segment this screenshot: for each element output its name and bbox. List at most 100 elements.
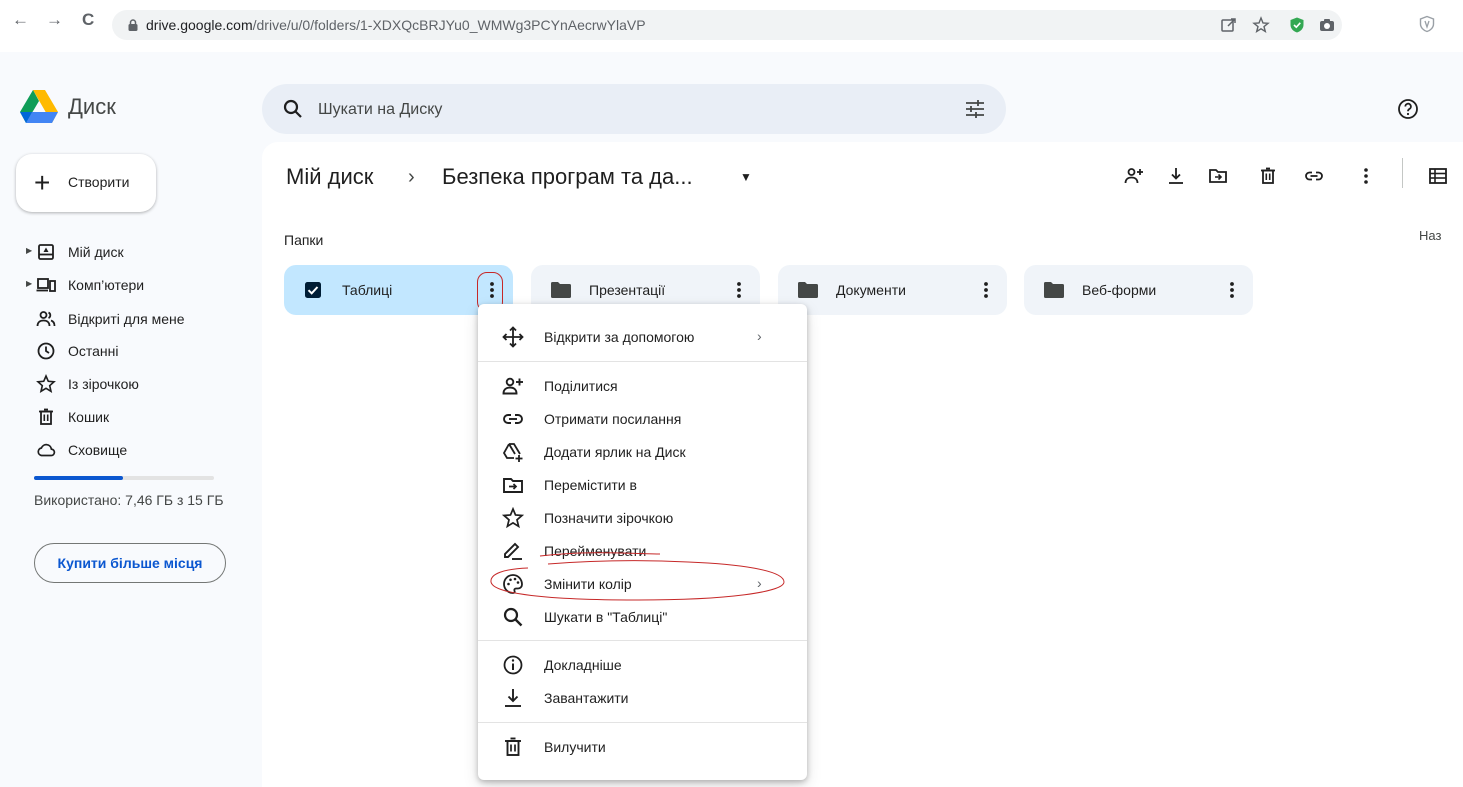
folder-more-icon[interactable] (727, 278, 751, 302)
trash-toolbar-icon[interactable] (1258, 166, 1278, 186)
sidebar-item-label: Сховище (68, 442, 128, 458)
sidebar-item-computers[interactable]: ▶ Комп’ютери (0, 269, 240, 301)
expand-arrow-icon[interactable]: ▶ (26, 279, 32, 288)
trash-icon (39, 408, 53, 425)
lock-icon (128, 19, 138, 31)
menu-item-label: Докладніше (544, 657, 622, 673)
reload-button[interactable]: C (82, 10, 94, 30)
share-toolbar-icon[interactable] (1124, 166, 1144, 186)
search-options-icon[interactable] (964, 99, 986, 119)
submenu-chevron-icon: › (757, 575, 762, 591)
search-bar[interactable] (262, 84, 1006, 134)
storage-progress-bar (34, 476, 214, 480)
breadcrumb-current-folder[interactable]: Безпека програм та да... (442, 164, 693, 190)
url-text: drive.google.com/drive/u/0/folders/1-XDX… (146, 17, 646, 33)
menu-item-details[interactable]: Докладніше (478, 648, 807, 681)
sidebar-item-label: Відкриті для мене (68, 311, 185, 327)
search-icon[interactable] (282, 98, 304, 120)
menu-item-rename[interactable]: Перейменувати (478, 534, 807, 567)
recent-icon (37, 342, 55, 360)
menu-item-share[interactable]: Поділитися (478, 369, 807, 402)
create-button[interactable]: + Створити (16, 154, 156, 212)
shield-extension-icon[interactable] (1288, 16, 1306, 34)
folder-more-icon[interactable] (974, 278, 998, 302)
menu-item-get-link[interactable]: Отримати посилання (478, 402, 807, 435)
move-icon (503, 478, 523, 493)
create-label: Створити (68, 174, 130, 190)
sidebar-item-my-drive[interactable]: ▶ Мій диск (0, 236, 240, 268)
star-icon (502, 507, 524, 529)
trash-icon (505, 737, 521, 756)
app-name[interactable]: Диск (68, 94, 116, 120)
folder-more-icon[interactable] (480, 278, 504, 302)
sidebar-item-trash[interactable]: Кошик (0, 401, 240, 433)
menu-item-change-color[interactable]: Змінити колір › (478, 567, 807, 600)
add-shortcut-icon (502, 443, 523, 462)
menu-item-open-with[interactable]: Відкрити за допомогою › (478, 320, 807, 353)
link-toolbar-icon[interactable] (1304, 166, 1324, 186)
bookmark-star-icon[interactable] (1252, 16, 1270, 34)
share-icon (502, 377, 523, 395)
star-icon (36, 374, 56, 393)
sidebar-item-label: Комп’ютери (68, 277, 145, 293)
menu-item-label: Змінити колір (544, 576, 632, 592)
context-menu: Відкрити за допомогою › Поділитися Отрим… (478, 304, 807, 780)
sidebar-item-label: Останні (68, 343, 119, 359)
folder-icon (798, 282, 818, 298)
list-view-icon[interactable] (1428, 166, 1448, 186)
toolbar-divider (1402, 158, 1403, 188)
move-toolbar-icon[interactable] (1208, 166, 1228, 186)
folder-more-icon[interactable] (1220, 278, 1244, 302)
menu-item-remove[interactable]: Вилучити (478, 730, 807, 763)
expand-arrow-icon[interactable]: ▶ (26, 246, 32, 255)
sidebar-item-storage[interactable]: Сховище (0, 434, 240, 466)
breadcrumb-my-drive[interactable]: Мій диск (286, 164, 373, 190)
menu-item-label: Додати ярлик на Диск (544, 444, 686, 460)
menu-item-star[interactable]: Позначити зірочкою (478, 501, 807, 534)
folder-card-web-forms[interactable]: Веб-форми (1024, 265, 1253, 315)
buy-storage-button[interactable]: Купити більше місця (34, 543, 226, 583)
sidebar-item-shared[interactable]: Відкриті для мене (0, 303, 240, 335)
main-content: Мій диск › Безпека програм та да... ▼ Па… (262, 142, 1463, 787)
menu-divider (478, 361, 807, 362)
back-button[interactable]: ← (12, 10, 29, 30)
address-bar[interactable]: drive.google.com/drive/u/0/folders/1-XDX… (112, 10, 1342, 40)
share-page-icon[interactable] (1220, 16, 1238, 34)
help-icon[interactable] (1396, 97, 1420, 121)
search-icon (503, 607, 523, 627)
sidebar-item-label: Із зірочкою (68, 376, 139, 392)
camera-extension-icon[interactable] (1318, 16, 1336, 34)
link-icon (503, 414, 523, 424)
menu-item-move[interactable]: Перемістити в (478, 468, 807, 501)
folder-card-documents[interactable]: Документи (778, 265, 1007, 315)
open-with-icon (502, 326, 524, 348)
computers-icon (36, 278, 56, 292)
buy-storage-label: Купити більше місця (57, 555, 203, 571)
browser-toolbar: ← → C drive.google.com/drive/u/0/folders… (0, 0, 1463, 52)
more-actions-icon[interactable] (1356, 166, 1376, 186)
storage-usage-text: Використано: 7,46 ГБ з 15 ГБ (34, 492, 224, 508)
search-input[interactable] (316, 96, 920, 124)
sidebar-item-starred[interactable]: Із зірочкою (0, 368, 240, 400)
forward-button[interactable]: → (46, 10, 63, 30)
folder-icon (551, 282, 571, 298)
folder-icon (1044, 282, 1064, 298)
menu-divider (478, 640, 807, 641)
sort-by-name-button[interactable]: Наз (1419, 228, 1441, 243)
menu-item-add-shortcut[interactable]: Додати ярлик на Диск (478, 435, 807, 468)
selected-checkbox-icon[interactable] (304, 281, 322, 299)
vpn-shield-icon[interactable] (1418, 15, 1436, 33)
sidebar-item-recent[interactable]: Останні (0, 335, 240, 367)
menu-item-search-in[interactable]: Шукати в "Таблиці" (478, 600, 807, 633)
folders-section-title: Папки (284, 232, 324, 248)
breadcrumb-dropdown-icon[interactable]: ▼ (740, 170, 752, 184)
download-icon (505, 689, 521, 707)
download-toolbar-icon[interactable] (1166, 166, 1186, 186)
menu-item-download[interactable]: Завантажити (478, 681, 807, 714)
shared-with-me-icon (36, 311, 56, 327)
folder-name: Презентації (589, 282, 666, 298)
menu-item-label: Завантажити (544, 690, 629, 706)
drive-logo-icon[interactable] (20, 90, 58, 124)
menu-item-label: Позначити зірочкою (544, 510, 674, 526)
folder-name: Веб-форми (1082, 282, 1157, 298)
